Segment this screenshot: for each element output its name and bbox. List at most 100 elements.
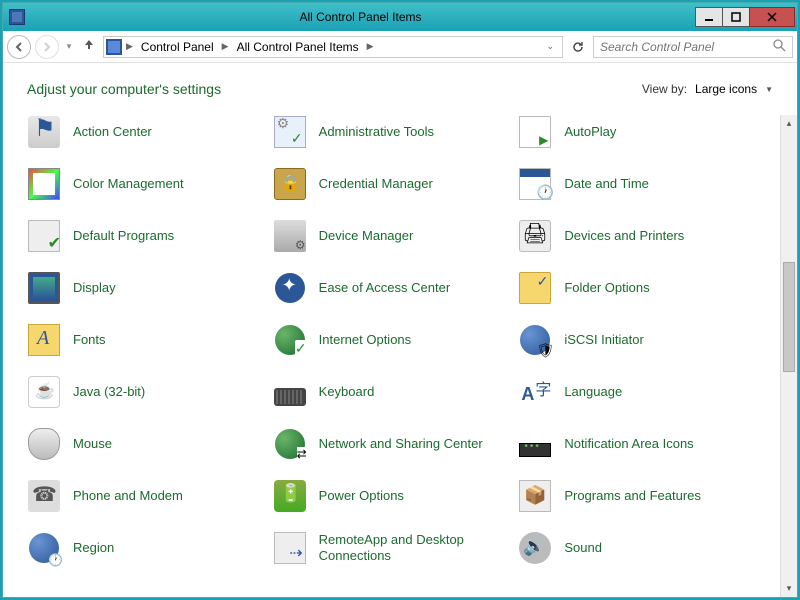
folder-icon: [518, 271, 552, 305]
control-panel-item[interactable]: Ease of Access Center: [273, 271, 511, 305]
scroll-thumb[interactable]: [783, 262, 795, 372]
item-label: Network and Sharing Center: [319, 436, 483, 452]
items-pane: Action Center Administrative Tools AutoPla…: [3, 115, 780, 597]
breadcrumb-current[interactable]: All Control Panel Items: [233, 40, 363, 54]
forward-button[interactable]: [35, 35, 59, 59]
net-icon: [273, 427, 307, 461]
item-label: Date and Time: [564, 176, 649, 192]
item-label: Mouse: [73, 436, 112, 452]
control-panel-item[interactable]: Color Management: [27, 167, 265, 201]
item-label: Java (32-bit): [73, 384, 145, 400]
inet-icon: [273, 323, 307, 357]
control-panel-item[interactable]: Date and Time: [518, 167, 756, 201]
control-panel-item[interactable]: Internet Options: [273, 323, 511, 357]
control-panel-item[interactable]: Phone and Modem: [27, 479, 265, 513]
flag-icon: [27, 115, 61, 149]
back-button[interactable]: [7, 35, 31, 59]
control-panel-item[interactable]: Keyboard: [273, 375, 511, 409]
control-panel-item[interactable]: Fonts: [27, 323, 265, 357]
kb-icon: [273, 375, 307, 409]
titlebar[interactable]: All Control Panel Items: [3, 3, 797, 31]
window: All Control Panel Items ▾ ▶ Control Pane…: [2, 2, 798, 598]
minimize-button[interactable]: [695, 7, 723, 27]
search-box[interactable]: [593, 36, 793, 58]
item-label: Color Management: [73, 176, 184, 192]
up-button[interactable]: [79, 37, 99, 56]
item-label: Action Center: [73, 124, 152, 140]
control-panel-item[interactable]: Default Programs: [27, 219, 265, 253]
control-panel-item[interactable]: Devices and Printers: [518, 219, 756, 253]
chevron-right-icon[interactable]: ▶: [365, 41, 376, 52]
close-button[interactable]: [749, 7, 795, 27]
breadcrumb-root[interactable]: Control Panel: [137, 40, 218, 54]
control-panel-item[interactable]: Java (32-bit): [27, 375, 265, 409]
control-panel-icon: [106, 39, 122, 55]
control-panel-item[interactable]: Language: [518, 375, 756, 409]
item-label: Region: [73, 540, 114, 556]
item-label: Administrative Tools: [319, 124, 434, 140]
scroll-down-button[interactable]: ▾: [781, 580, 797, 597]
item-label: Fonts: [73, 332, 106, 348]
control-panel-item[interactable]: Credential Manager: [273, 167, 511, 201]
control-panel-item[interactable]: Region: [27, 531, 265, 565]
view-by-value[interactable]: Large icons: [695, 82, 757, 96]
item-label: RemoteApp and Desktop Connections: [319, 532, 489, 563]
chevron-down-icon[interactable]: ▼: [765, 85, 773, 94]
item-label: Programs and Features: [564, 488, 701, 504]
control-panel-item[interactable]: Programs and Features: [518, 479, 756, 513]
control-panel-item[interactable]: Administrative Tools: [273, 115, 511, 149]
content-area: Action Center Administrative Tools AutoPla…: [3, 115, 797, 597]
maximize-button[interactable]: [722, 7, 750, 27]
control-panel-item[interactable]: Sound: [518, 531, 756, 565]
sound-icon: [518, 531, 552, 565]
item-label: AutoPlay: [564, 124, 616, 140]
fonts-icon: [27, 323, 61, 357]
chevron-right-icon[interactable]: ▶: [124, 41, 135, 52]
item-label: Ease of Access Center: [319, 280, 451, 296]
scroll-track[interactable]: [781, 132, 797, 580]
defprog-icon: [27, 219, 61, 253]
control-panel-item[interactable]: Action Center: [27, 115, 265, 149]
iscsi-icon: [518, 323, 552, 357]
address-dropdown-icon[interactable]: ⌄: [540, 41, 560, 52]
control-panel-item[interactable]: Mouse: [27, 427, 265, 461]
item-label: Internet Options: [319, 332, 412, 348]
refresh-button[interactable]: [567, 36, 589, 58]
window-buttons: [696, 7, 795, 27]
chevron-right-icon[interactable]: ▶: [220, 41, 231, 52]
control-panel-item[interactable]: AutoPlay: [518, 115, 756, 149]
control-panel-item[interactable]: Display: [27, 271, 265, 305]
page-title: Adjust your computer's settings: [27, 81, 221, 97]
item-label: Sound: [564, 540, 602, 556]
control-panel-item[interactable]: RemoteApp and Desktop Connections: [273, 531, 511, 565]
search-input[interactable]: [600, 40, 773, 54]
control-panel-item[interactable]: iSCSI Initiator: [518, 323, 756, 357]
lang-icon: [518, 375, 552, 409]
mouse-icon: [27, 427, 61, 461]
control-panel-icon: [9, 9, 25, 25]
search-icon: [773, 39, 786, 55]
item-label: Display: [73, 280, 116, 296]
item-label: Credential Manager: [319, 176, 433, 192]
printer-icon: [518, 219, 552, 253]
control-panel-item[interactable]: Power Options: [273, 479, 511, 513]
view-by-label: View by:: [642, 82, 687, 96]
devmgr-icon: [273, 219, 307, 253]
view-by: View by: Large icons ▼: [642, 82, 773, 96]
address-bar[interactable]: ▶ Control Panel ▶ All Control Panel Item…: [103, 36, 563, 58]
header: Adjust your computer's settings View by:…: [3, 63, 797, 115]
date-icon: [518, 167, 552, 201]
history-dropdown-icon[interactable]: ▾: [63, 41, 75, 52]
item-label: Folder Options: [564, 280, 649, 296]
control-panel-item[interactable]: Notification Area Icons: [518, 427, 756, 461]
control-panel-item[interactable]: Network and Sharing Center: [273, 427, 511, 461]
item-label: Notification Area Icons: [564, 436, 693, 452]
item-label: Language: [564, 384, 622, 400]
item-label: Phone and Modem: [73, 488, 183, 504]
display-icon: [27, 271, 61, 305]
control-panel-item[interactable]: Device Manager: [273, 219, 511, 253]
scroll-up-button[interactable]: ▴: [781, 115, 797, 132]
scrollbar[interactable]: ▴ ▾: [780, 115, 797, 597]
control-panel-item[interactable]: Folder Options: [518, 271, 756, 305]
navbar: ▾ ▶ Control Panel ▶ All Control Panel It…: [3, 31, 797, 63]
